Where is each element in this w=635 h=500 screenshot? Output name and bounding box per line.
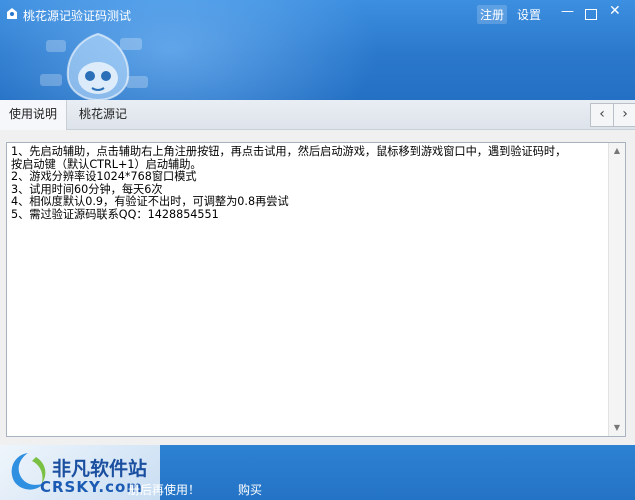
- register-button[interactable]: 注册: [477, 5, 508, 24]
- logo-text: 非凡软件站: [52, 458, 148, 480]
- instructions-textarea[interactable]: 1、先启动辅助，点击辅助右上角注册按钮，再点击试用，然后启动游戏，鼠标移到游戏窗…: [6, 142, 626, 437]
- app-icon: [7, 8, 17, 19]
- window-title: 桃花源记验证码测试: [23, 9, 132, 23]
- minimize-button[interactable]: —: [561, 4, 574, 19]
- tab-next-button[interactable]: ›: [613, 103, 635, 127]
- scroll-down-icon[interactable]: ▼: [609, 420, 625, 436]
- tab-bar: 使用说明 桃花源记: [0, 100, 635, 130]
- instructions-text: 1、先启动辅助，点击辅助右上角注册按钮，再点击试用，然后启动游戏，鼠标移到游戏窗…: [11, 145, 567, 221]
- tab-prev-button[interactable]: ‹: [590, 103, 614, 127]
- maximize-button[interactable]: [585, 9, 597, 20]
- mascot-logo: [40, 32, 148, 100]
- scroll-up-icon[interactable]: ▲: [609, 143, 625, 159]
- header-banner: 桃花源记验证码测试 注册 设置 — ✕: [0, 0, 635, 100]
- buy-link[interactable]: 购买: [238, 481, 262, 498]
- footer-message: 册后再使用！: [128, 483, 201, 497]
- vertical-scrollbar[interactable]: ▲ ▼: [608, 143, 625, 436]
- settings-button[interactable]: 设置: [517, 6, 541, 23]
- tab-taohuayuan[interactable]: 桃花源记: [70, 100, 136, 129]
- content-panel: 1、先启动辅助，点击辅助右上角注册按钮，再点击试用，然后启动游戏，鼠标移到游戏窗…: [0, 130, 635, 445]
- tab-instructions[interactable]: 使用说明: [0, 100, 68, 130]
- close-button[interactable]: ✕: [609, 3, 621, 19]
- footer-bar: 非凡软件站 CRSKY.com 册后再使用！ 购买: [0, 445, 635, 500]
- title-bar: 桃花源记验证码测试 注册 设置 — ✕: [0, 0, 635, 30]
